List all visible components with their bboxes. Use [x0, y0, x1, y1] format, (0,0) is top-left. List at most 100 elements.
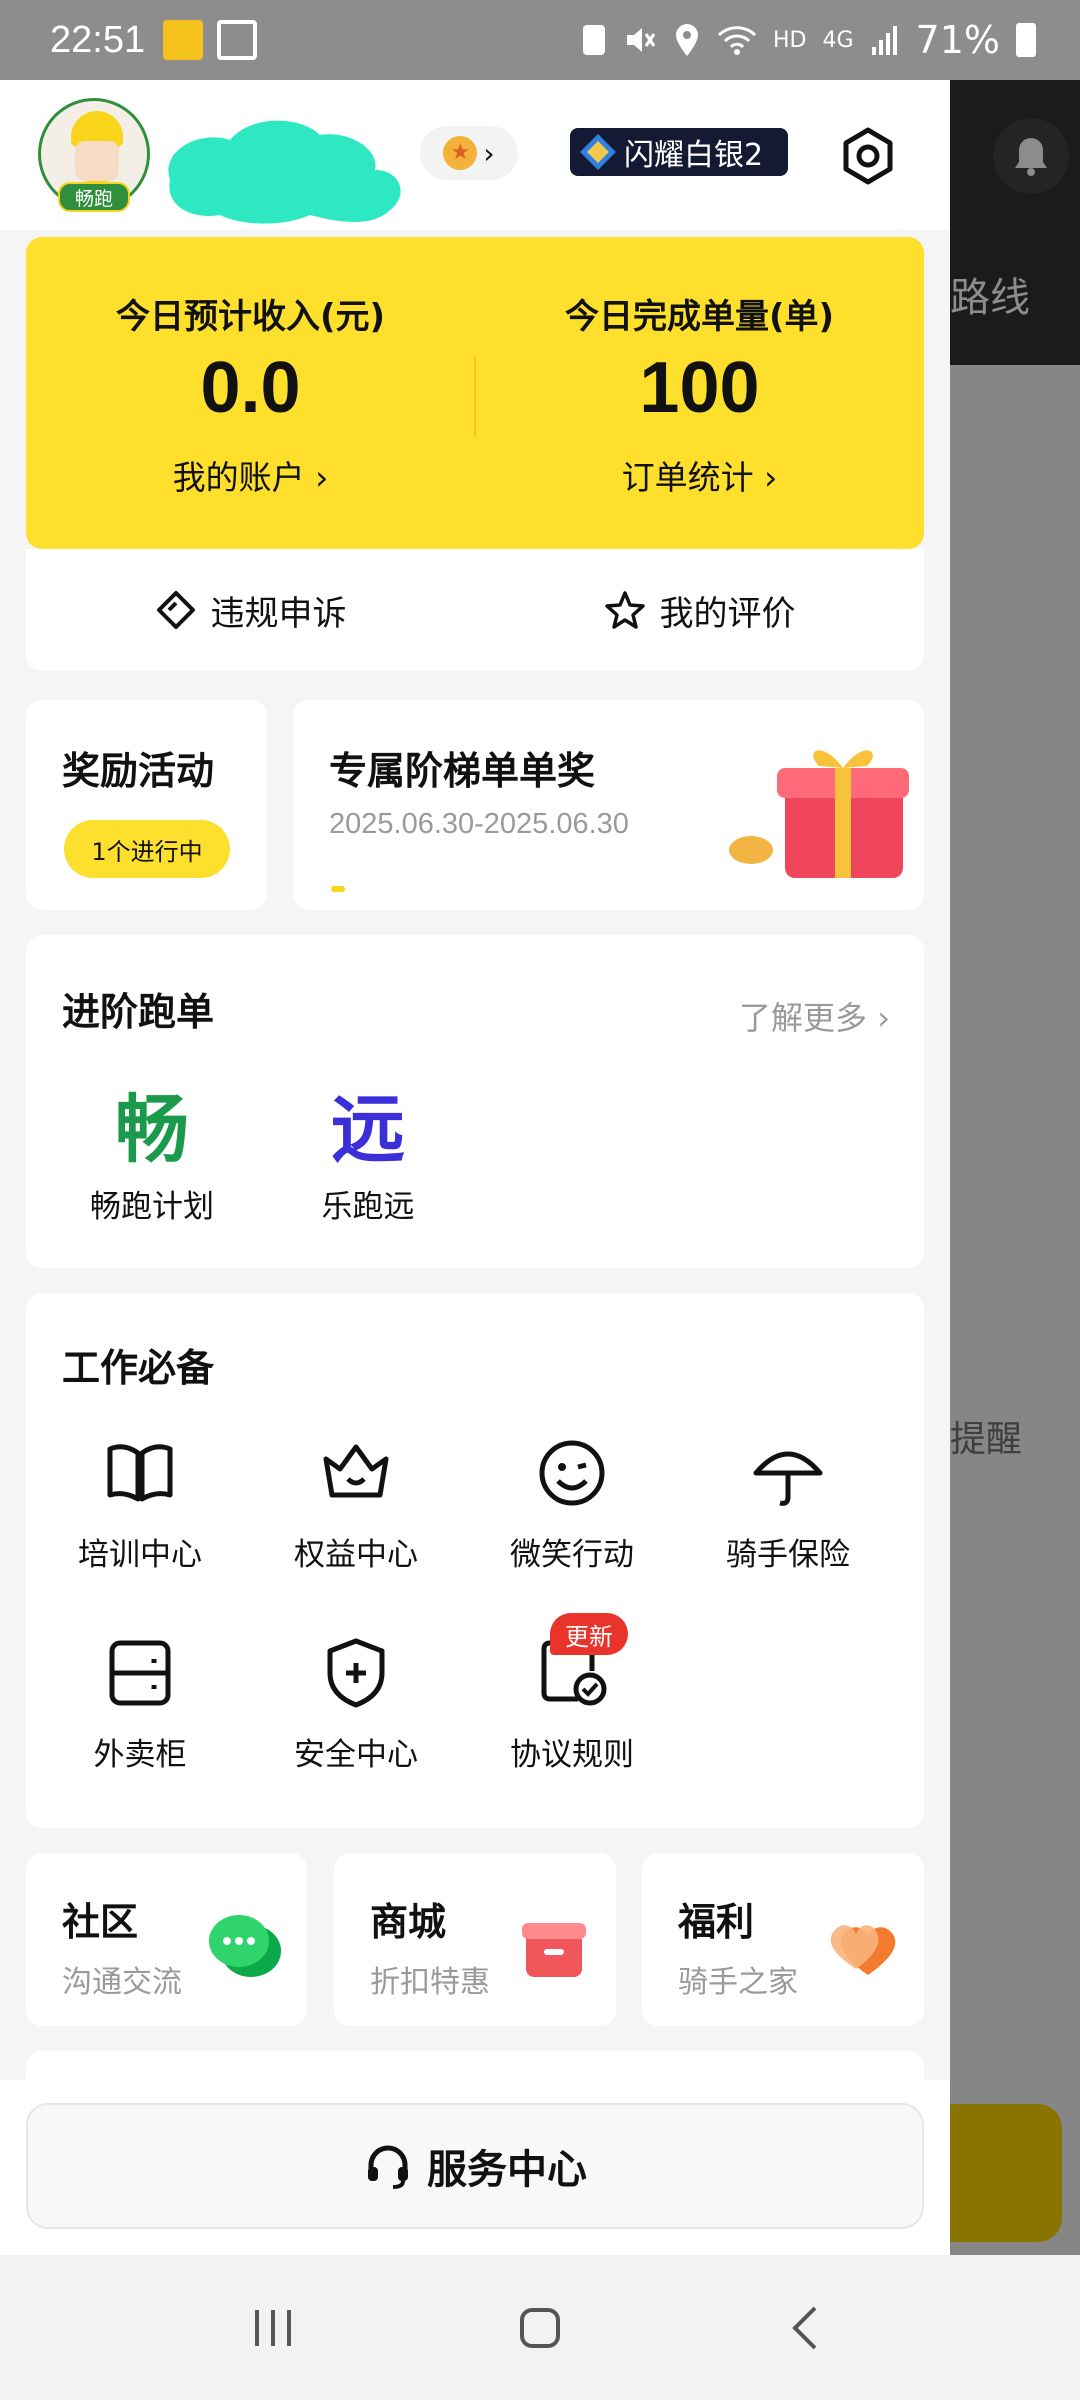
tool-benefits-center[interactable]: 权益中心	[248, 1433, 464, 1574]
background-action-button	[950, 2104, 1062, 2242]
violation-appeal-button[interactable]: 违规申诉	[26, 549, 475, 671]
home-icon[interactable]	[510, 2298, 570, 2358]
violation-appeal-label: 违规申诉	[210, 593, 347, 634]
service-center-button[interactable]: 服务中心	[26, 2103, 924, 2229]
changpao-logo: 畅	[115, 1087, 189, 1173]
battery-icon	[1016, 23, 1036, 57]
reward-title: 奖励活动	[62, 749, 215, 793]
status-time: 22:51	[50, 18, 146, 61]
advance-item-changpao[interactable]: 畅 畅跑计划	[52, 1085, 252, 1226]
community-title: 社区	[62, 1900, 139, 1944]
tools-title: 工作必备	[62, 1346, 215, 1390]
tool-smile-action[interactable]: 微笑行动	[464, 1433, 680, 1574]
changpao-label: 畅跑计划	[90, 1189, 214, 1225]
system-nav-bar	[0, 2255, 1080, 2400]
rank-label: 闪耀白银2	[624, 138, 764, 173]
service-center-label: 服务中心	[427, 2147, 587, 2193]
community-subtitle: 沟通交流	[62, 1965, 182, 2000]
promo-date: 2025.06.30-2025.06.30	[329, 808, 629, 840]
tool-label: 协议规则	[510, 1737, 634, 1773]
umbrella-icon	[753, 1451, 823, 1506]
tool-label: 骑手保险	[726, 1537, 850, 1573]
promo-card[interactable]: 专属阶梯单单奖 2025.06.30-2025.06.30	[293, 700, 924, 910]
app-notification-icon	[163, 20, 204, 60]
crown-icon	[323, 1444, 389, 1498]
advance-item-lepaoyuan[interactable]: 远 乐跑远	[268, 1085, 468, 1226]
diamond-icon	[580, 134, 616, 170]
medal-icon: ★	[443, 136, 478, 170]
shield-icon	[327, 1638, 385, 1708]
promo-title: 专属阶梯单单奖	[329, 749, 596, 793]
tool-label: 安全中心	[294, 1737, 418, 1773]
lepaoyuan-label: 乐跑远	[321, 1189, 415, 1225]
orders-value: 100	[639, 348, 760, 428]
income-value: 0.0	[200, 348, 301, 428]
advance-title: 进阶跑单	[62, 990, 215, 1034]
welfare-subtitle: 骑手之家	[678, 1965, 798, 2000]
mall-title: 商城	[370, 1900, 447, 1944]
service-bar: 服务中心	[0, 2080, 950, 2255]
mall-card[interactable]: 商城 折扣特惠	[334, 1853, 616, 2026]
tool-training-center[interactable]: 培训中心	[32, 1433, 248, 1574]
tool-label: 培训中心	[78, 1537, 202, 1573]
mall-subtitle: 折扣特惠	[370, 1965, 490, 2000]
battery-percent: 71%	[915, 18, 1000, 62]
headset-icon	[368, 2145, 408, 2189]
gift-box-icon	[522, 1923, 586, 1977]
orders-label: 今日完成单量(单)	[564, 297, 835, 337]
network-hd: HD	[773, 27, 807, 53]
book-icon	[107, 1444, 173, 1502]
mute-icon	[627, 28, 656, 52]
quick-actions: 违规申诉 我的评价	[26, 549, 924, 671]
tool-locker[interactable]: 外卖柜	[32, 1633, 248, 1774]
carousel-indicator	[331, 886, 345, 892]
network-4g: 4G	[822, 27, 854, 53]
income-label: 今日预计收入(元)	[115, 297, 386, 337]
rank-badge[interactable]: 闪耀白银2	[570, 128, 788, 176]
background-remind-text: 提醒	[950, 1419, 1023, 1460]
learn-more-link[interactable]: 了解更多 ›	[739, 993, 890, 1039]
orders-stat[interactable]: 今日完成单量(单) 100 订单统计 ›	[475, 237, 924, 549]
welfare-title: 福利	[678, 1900, 755, 1944]
signal-icon	[871, 26, 897, 55]
reward-ongoing-badge: 1个进行中	[64, 820, 230, 878]
appeal-icon	[156, 591, 195, 629]
advance-card: 进阶跑单 了解更多 › 畅 畅跑计划 远 乐跑远	[26, 935, 924, 1268]
tool-label: 权益中心	[294, 1537, 418, 1573]
background-route-text: 路线	[950, 275, 1030, 321]
reward-activity-card[interactable]: 奖励活动 1个进行中	[26, 700, 267, 910]
tool-label: 外卖柜	[93, 1737, 187, 1773]
order-stats-link[interactable]: 订单统计 ›	[475, 451, 924, 499]
income-stat[interactable]: 今日预计收入(元) 0.0 我的账户 ›	[26, 237, 475, 549]
background-page[interactable]: 路线 提醒	[950, 80, 1080, 2255]
my-account-link[interactable]: 我的账户 ›	[26, 451, 475, 499]
bell-icon	[993, 118, 1069, 194]
redacted-username	[168, 120, 401, 224]
smile-icon	[539, 1440, 605, 1506]
tool-rider-insurance[interactable]: 骑手保险	[680, 1433, 896, 1574]
tool-safety-center[interactable]: 安全中心	[248, 1633, 464, 1774]
my-rating-button[interactable]: 我的评价	[475, 549, 924, 671]
gift-illustration	[729, 750, 909, 878]
recent-apps-icon[interactable]	[243, 2298, 303, 2358]
work-tools-card: 工作必备 培训中心 权益中心 微笑行动 骑手保险 外卖柜 安全中心 协议规则	[26, 1293, 924, 1828]
community-card[interactable]: 社区 沟通交流	[26, 1853, 307, 2026]
gallery-notification-icon	[217, 20, 258, 60]
drawer-header: 畅跑 ★ › 闪耀白银2	[0, 80, 950, 230]
lepaoyuan-logo: 远	[331, 1087, 405, 1173]
level-pill[interactable]: ★ ›	[420, 126, 518, 180]
update-badge: 更新	[550, 1613, 628, 1655]
my-rating-label: 我的评价	[659, 593, 796, 634]
settings-icon[interactable]	[838, 126, 898, 186]
tool-label: 微笑行动	[510, 1537, 634, 1573]
chat-icon	[209, 1915, 281, 1977]
heart-icon	[830, 1925, 896, 1975]
back-icon[interactable]	[777, 2298, 837, 2358]
star-icon	[604, 591, 645, 629]
status-bar: 22:51 HD 4G 71%	[0, 0, 1080, 80]
locker-icon	[109, 1640, 171, 1706]
welfare-card[interactable]: 福利 骑手之家	[642, 1853, 924, 2026]
chevron-right-icon: ›	[483, 136, 495, 170]
sim-icon	[583, 25, 605, 55]
side-drawer: 畅跑 ★ › 闪耀白银2 今日预计收入(元) 0.0 我的账户 › 今日完成单量…	[0, 80, 950, 2255]
